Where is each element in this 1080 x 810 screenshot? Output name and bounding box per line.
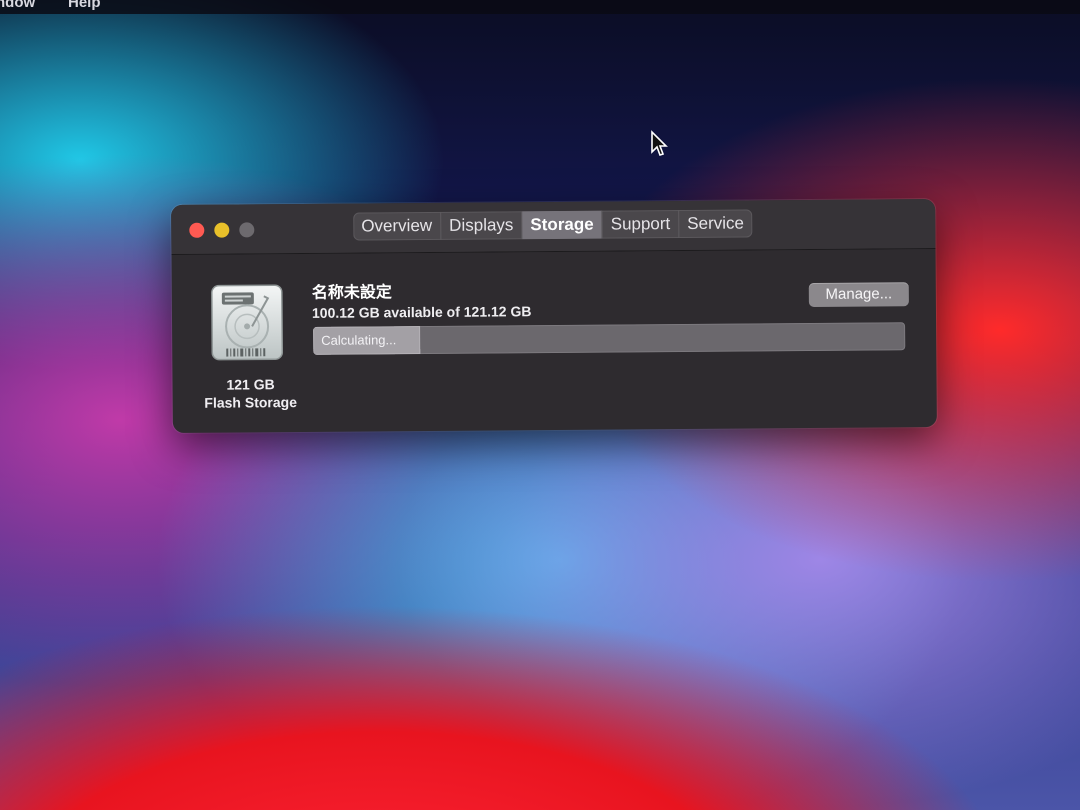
tab-storage[interactable]: Storage [522, 210, 603, 240]
menu-item-help[interactable]: Help [68, 0, 101, 11]
about-this-mac-window: Overview Displays Storage Support Servic… [171, 199, 937, 433]
minimize-window-button[interactable] [214, 222, 230, 238]
zoom-window-button[interactable] [239, 222, 255, 238]
volume-availability: 100.12 GB available of 121.12 GB [311, 303, 532, 321]
disk-capacity-label: 121 GB [226, 376, 275, 393]
menu-bar: ndow Help [0, 0, 1080, 14]
manage-button[interactable]: Manage... [808, 282, 909, 307]
tab-service[interactable]: Service [679, 209, 752, 238]
window-titlebar: Overview Displays Storage Support Servic… [171, 199, 936, 256]
tab-support[interactable]: Support [602, 210, 680, 239]
mouse-cursor-icon [651, 130, 668, 157]
volume-name: 名称未設定 [311, 284, 392, 302]
close-window-button[interactable] [189, 222, 205, 238]
storage-calculating-label: Calculating... [321, 332, 397, 348]
menu-item-window[interactable]: ndow [0, 0, 35, 11]
storage-panel: 121 GB Flash Storage 名称未設定 100.12 GB ava… [172, 249, 937, 433]
hard-drive-icon [211, 284, 284, 361]
disk-type-label: Flash Storage [204, 394, 298, 411]
tab-overview[interactable]: Overview [353, 211, 442, 241]
tab-displays[interactable]: Displays [441, 211, 523, 240]
tab-bar: Overview Displays Storage Support Servic… [353, 209, 753, 241]
storage-usage-bar: Calculating... [313, 322, 906, 355]
